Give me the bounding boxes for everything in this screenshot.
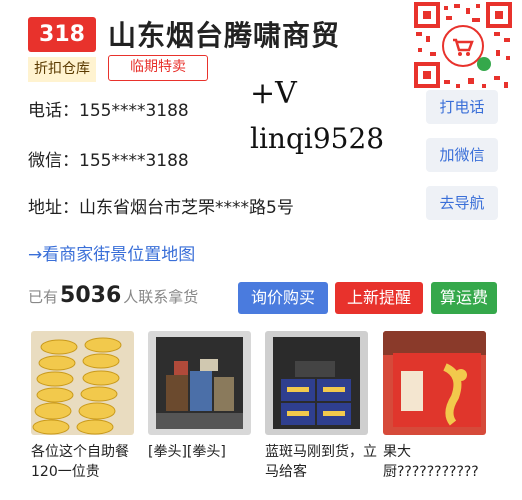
street-view-map-link[interactable]: →看商家街景位置地图 [28,240,195,265]
contact-count-number: 5036 [60,283,122,308]
inquire-purchase-button[interactable]: 询价购买 [238,282,328,314]
contact-count-prefix: 已有 [28,288,59,306]
product-image-van-cargo[interactable] [148,331,251,435]
discount-warehouse-tag: 折扣仓库 [28,57,96,82]
add-wechat-button[interactable]: 加微信 [426,138,498,172]
navigate-button[interactable]: 去导航 [426,186,498,220]
store-address: 地址：山东省烟台市芝罘****路5号 [28,198,294,218]
product-caption[interactable]: 果大厨??????????? [383,442,495,482]
overlay-wechat-id-text: linqi9528 [250,122,385,155]
product-caption[interactable]: 蓝斑马刚到货，立马给客 [265,442,377,482]
wechat-id: 微信：155****3188 [28,151,189,171]
mini-program-qr-code[interactable] [410,0,516,92]
product-caption[interactable]: [拳头][拳头] [148,442,260,462]
contact-count: 已有5036 人联系拿货 [28,283,198,308]
product-image-durian[interactable] [31,331,134,435]
call-button[interactable]: 打电话 [426,90,498,124]
product-image-blue-zebra-boxes[interactable] [265,331,368,435]
store-number-badge: 318 [28,17,96,52]
product-caption[interactable]: 各位这个自助餐120一位贵 [31,442,143,482]
phone-number: 电话：155****3188 [28,101,189,121]
contact-count-suffix: 人联系拿货 [123,288,199,306]
overlay-add-wechat-text: +V [250,76,297,111]
calculate-freight-button[interactable]: 算运费 [431,282,497,314]
product-image-gift-box[interactable] [383,331,486,435]
clearance-sale-tag: 临期特卖 [108,55,208,81]
store-name: 山东烟台腾啸商贸 [108,19,341,52]
new-arrival-reminder-button[interactable]: 上新提醒 [335,282,423,314]
